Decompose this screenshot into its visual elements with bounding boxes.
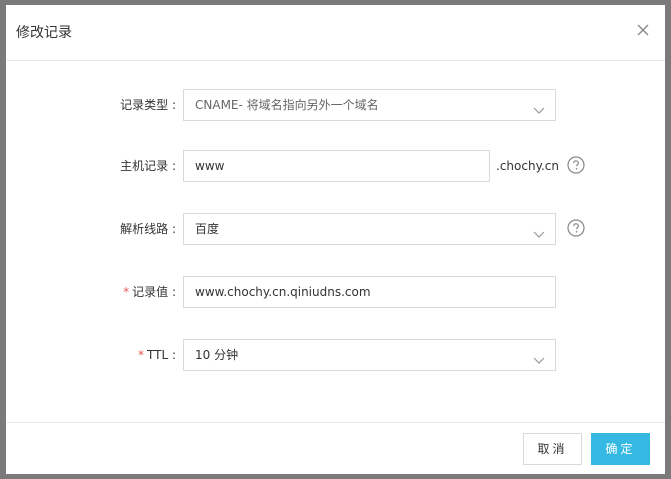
dialog-header: 修改记录: [6, 5, 665, 61]
resolve-line-row: 解析线路 : 百度: [6, 213, 665, 245]
record-type-value: CNAME- 将域名指向另外一个域名: [195, 98, 379, 112]
host-record-value: www: [195, 159, 225, 173]
record-type-label: 记录类型 :: [120, 98, 176, 112]
ttl-select[interactable]: 10 分钟: [183, 339, 556, 371]
host-record-label: 主机记录 :: [120, 159, 176, 173]
resolve-line-label: 解析线路 :: [120, 222, 176, 236]
dialog-footer: 取消 确定: [6, 422, 665, 475]
ttl-label: TTL :: [147, 348, 176, 362]
help-icon[interactable]: [567, 219, 585, 237]
required-mark: *: [138, 348, 144, 362]
resolve-line-value: 百度: [195, 222, 220, 236]
record-type-row: 记录类型 : CNAME- 将域名指向另外一个域名: [6, 89, 665, 121]
help-icon[interactable]: [567, 156, 585, 174]
record-value-row: * 记录值 : www.chochy.cn.qiniudns.com: [6, 276, 665, 308]
dialog-title: 修改记录: [16, 25, 72, 41]
record-value-label: 记录值 :: [132, 285, 176, 299]
cancel-button[interactable]: 取消: [523, 433, 582, 465]
host-record-row: 主机记录 : www .chochy.cn: [6, 150, 665, 182]
edit-record-dialog: 修改记录 记录类型 : CNAME- 将域名指向另外一个域名 主机记录 : ww…: [6, 5, 665, 474]
ttl-value: 10 分钟: [195, 348, 239, 362]
record-type-select[interactable]: CNAME- 将域名指向另外一个域名: [183, 89, 556, 121]
chevron-down-icon: [533, 224, 545, 238]
resolve-line-select[interactable]: 百度: [183, 213, 556, 245]
close-icon[interactable]: [635, 22, 651, 38]
confirm-button[interactable]: 确定: [591, 433, 650, 465]
ttl-row: * TTL : 10 分钟: [6, 339, 665, 371]
required-mark: *: [123, 285, 130, 299]
host-record-input[interactable]: www: [183, 150, 490, 182]
domain-suffix: .chochy.cn: [496, 159, 559, 173]
chevron-down-icon: [533, 100, 545, 114]
record-value-input[interactable]: www.chochy.cn.qiniudns.com: [183, 276, 556, 308]
chevron-down-icon: [533, 350, 545, 364]
record-value-value: www.chochy.cn.qiniudns.com: [195, 285, 371, 299]
